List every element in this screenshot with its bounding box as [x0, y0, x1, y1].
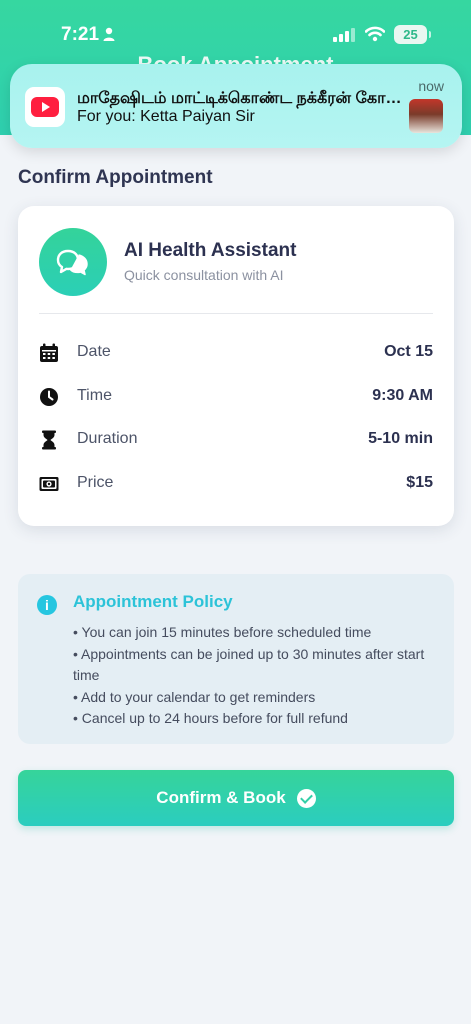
policy-list: • You can join 15 minutes before schedul…	[73, 622, 428, 730]
policy-item: • Add to your calendar to get reminders	[73, 688, 316, 705]
detail-label: Duration	[77, 430, 138, 447]
detail-value: 9:30 AM	[372, 387, 433, 404]
info-icon: i	[37, 595, 57, 615]
detail-label: Price	[77, 474, 114, 491]
detail-row-price: Price $15	[39, 472, 433, 496]
assistant-subtitle: Quick consultation with AI	[124, 267, 284, 283]
confirm-book-button[interactable]: Confirm & Book	[18, 770, 454, 826]
detail-row-duration: Duration 5-10 min	[39, 428, 433, 452]
divider	[39, 313, 433, 314]
clock-icon	[40, 388, 58, 406]
status-time: 7:21	[61, 24, 100, 45]
detail-label: Date	[77, 343, 111, 360]
notification-title: மாதேஷிடம் மாட்டிக்கொண்ட நக்கீரன் கோபால்	[77, 90, 407, 107]
policy-item: • Cancel up to 24 hours before for full …	[73, 710, 348, 726]
check-circle-icon	[296, 788, 316, 808]
page-title: Confirm Appointment	[18, 167, 213, 188]
confirm-book-label: Confirm & Book	[156, 788, 286, 807]
policy-box: i Appointment Policy • You can join 15 m…	[18, 574, 454, 744]
youtube-icon	[25, 87, 65, 127]
policy-item: • You can join 15 minutes before schedul…	[73, 624, 372, 640]
notification-thumbnail	[409, 99, 443, 133]
chat-bubble-icon	[39, 228, 107, 296]
notification-subtitle: For you: Ketta Paiyan Sir	[77, 108, 255, 125]
detail-row-date: Date Oct 15	[39, 341, 433, 365]
status-bar: 7:21 25	[0, 0, 471, 60]
policy-title: Appointment Policy	[73, 592, 233, 611]
signal-icon	[333, 28, 355, 42]
policy-item: • Appointments can be joined up to 30 mi…	[73, 645, 425, 684]
money-icon	[39, 477, 59, 491]
detail-label: Time	[77, 387, 112, 404]
detail-value: Oct 15	[384, 343, 433, 360]
calendar-icon	[40, 343, 58, 362]
notification-time: now	[418, 78, 444, 94]
notification-banner[interactable]: மாதேஷிடம் மாட்டிக்கொண்ட நக்கீரன் கோபால் …	[10, 64, 462, 148]
detail-value: 5-10 min	[368, 430, 433, 447]
detail-row-time: Time 9:30 AM	[39, 385, 433, 409]
detail-value: $15	[406, 474, 433, 491]
appointment-card: AI Health Assistant Quick consultation w…	[18, 206, 454, 526]
person-icon	[103, 27, 115, 41]
battery-indicator: 25	[394, 25, 431, 44]
hourglass-icon	[42, 430, 56, 450]
assistant-name: AI Health Assistant	[124, 240, 297, 261]
wifi-icon	[365, 26, 385, 42]
